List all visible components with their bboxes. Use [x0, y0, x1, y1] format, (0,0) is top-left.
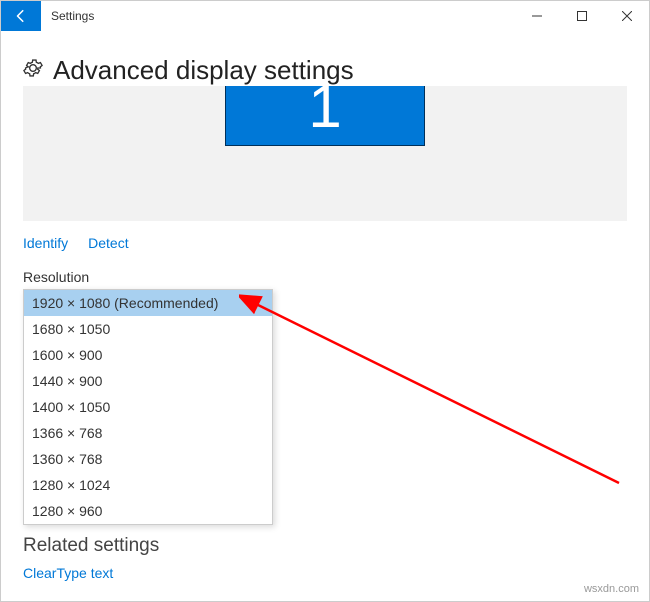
- minimize-button[interactable]: [514, 1, 559, 31]
- resolution-option[interactable]: 1366 × 768: [24, 420, 272, 446]
- display-tile-1[interactable]: 1: [225, 86, 425, 146]
- resolution-option[interactable]: 1920 × 1080 (Recommended): [24, 290, 272, 316]
- back-button[interactable]: [1, 1, 41, 31]
- close-icon: [622, 11, 632, 21]
- display-number: 1: [308, 86, 341, 141]
- maximize-button[interactable]: [559, 1, 604, 31]
- maximize-icon: [577, 11, 587, 21]
- resolution-option[interactable]: 1440 × 900: [24, 368, 272, 394]
- detect-link[interactable]: Detect: [88, 235, 128, 251]
- resolution-option[interactable]: 1600 × 900: [24, 342, 272, 368]
- display-links-row: Identify Detect: [23, 235, 627, 251]
- resolution-option[interactable]: 1400 × 1050: [24, 394, 272, 420]
- display-preview-area: 1: [23, 86, 627, 221]
- resolution-label: Resolution: [23, 269, 627, 285]
- minimize-icon: [532, 11, 542, 21]
- page-title: Advanced display settings: [53, 55, 354, 86]
- resolution-option[interactable]: 1280 × 1024: [24, 472, 272, 498]
- page-heading-row: Advanced display settings: [23, 55, 627, 86]
- identify-link[interactable]: Identify: [23, 235, 68, 251]
- window-title: Settings: [41, 9, 94, 23]
- content-area: Advanced display settings 1 Identify Det…: [1, 31, 649, 581]
- watermark: wsxdn.com: [584, 583, 639, 595]
- resolution-dropdown[interactable]: 1920 × 1080 (Recommended) 1680 × 1050 16…: [23, 289, 273, 525]
- window-controls: [514, 1, 649, 31]
- titlebar: Settings: [1, 1, 649, 31]
- related-settings-heading: Related settings: [23, 535, 627, 557]
- close-button[interactable]: [604, 1, 649, 31]
- resolution-option[interactable]: 1360 × 768: [24, 446, 272, 472]
- arrow-left-icon: [14, 9, 28, 23]
- resolution-option[interactable]: 1680 × 1050: [24, 316, 272, 342]
- cleartype-link[interactable]: ClearType text: [23, 565, 627, 581]
- gear-icon: [23, 58, 43, 83]
- resolution-option[interactable]: 1280 × 960: [24, 498, 272, 524]
